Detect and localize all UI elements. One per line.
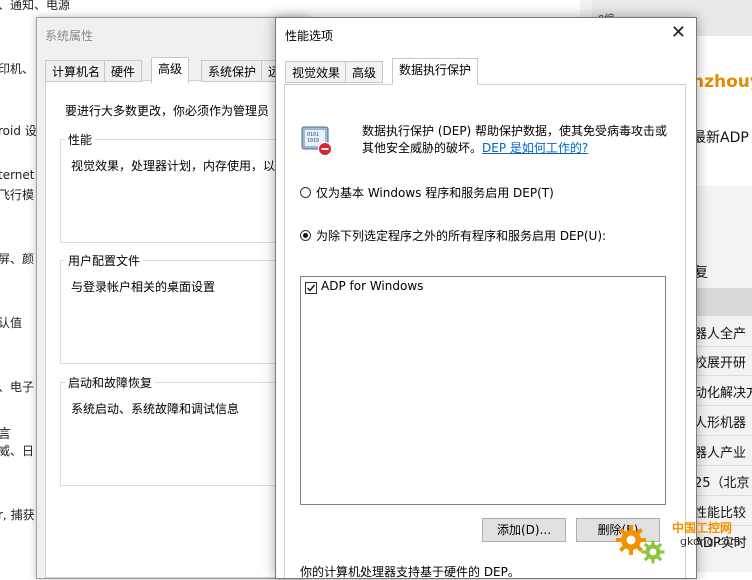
performance-desc: 视觉效果，处理器计划，内存使用，以: [71, 159, 276, 173]
startup-recovery-group-label: 启动和故障恢复: [65, 374, 156, 391]
bg-text-fragment: 认值: [0, 316, 23, 330]
bg-news-separator: [690, 495, 752, 496]
bg-news-separator: [690, 375, 752, 376]
tab-data-execution-prevention[interactable]: 数据执行保护: [392, 58, 479, 85]
bg-text-fragment: 屏、颜: [0, 252, 35, 266]
bg-news-item[interactable]: 人形机器: [694, 412, 746, 431]
tab-advanced[interactable]: 高级: [345, 61, 384, 83]
bg-news-separator: [690, 465, 752, 466]
program-label[interactable]: ADP for Windows: [321, 279, 423, 293]
startup-recovery-group: [60, 382, 310, 486]
bg-news-item[interactable]: 器人产业: [694, 442, 746, 461]
bg-text-fragment: 、通知、电源: [0, 0, 71, 12]
dep-shield-icon: 0101 1010: [298, 122, 334, 161]
dep-description-line1: 数据执行保护 (DEP) 帮助保护数据，使其免受病毒攻击或: [362, 124, 668, 138]
bg-gray-band: [690, 288, 752, 316]
tab-visual-effects[interactable]: 视觉效果: [285, 61, 348, 83]
user-profiles-group: [60, 260, 310, 364]
tab-system-protection[interactable]: 系统保护: [201, 60, 264, 82]
performance-group-label: 性能: [65, 131, 96, 148]
dialog-title: 性能选项: [285, 29, 334, 43]
admin-note: 要进行大多数更改，你必须作为管理员: [65, 104, 270, 118]
svg-text:1010: 1010: [307, 138, 319, 144]
dep-option-essential-label[interactable]: 仅为基本 Windows 程序和服务启用 DEP(T): [316, 184, 554, 201]
bg-news-item[interactable]: 25（北京: [694, 472, 750, 491]
user-profiles-group-label: 用户配置文件: [65, 252, 144, 269]
tab-computer-name[interactable]: 计算机名: [45, 60, 108, 82]
tab-advanced[interactable]: 高级: [151, 57, 190, 83]
bg-news-item[interactable]: 器人全产: [694, 323, 746, 342]
add-program-button[interactable]: 添加(D)...: [482, 518, 566, 542]
bg-news-separator: [690, 435, 752, 436]
bg-brand-text: nzhouy: [692, 72, 752, 92]
bg-adp-text: 最新ADP: [692, 130, 749, 146]
bg-news-separator: [690, 346, 752, 347]
bg-text-fragment: ternet: [0, 168, 35, 182]
startup-recovery-desc: 系统启动、系统故障和调试信息: [71, 402, 240, 416]
tab-hardware[interactable]: 硬件: [104, 60, 143, 82]
bg-text-fragment: 飞行模: [0, 188, 35, 202]
bg-text-fragment: 印机、: [0, 62, 35, 76]
watermark-title: 中国工控网: [672, 521, 733, 535]
program-checkbox[interactable]: [305, 282, 317, 294]
exception-program-list[interactable]: ADP for Windows: [300, 276, 666, 505]
bg-news-item[interactable]: 动化解决方: [694, 382, 752, 401]
bg-text-fragment: 、电子: [0, 380, 35, 394]
watermark-domain: gkong.com: [680, 535, 741, 548]
user-profiles-desc: 与登录帐户相关的桌面设置: [71, 280, 216, 294]
dep-option-essential-radio[interactable]: [300, 187, 311, 198]
dep-option-all-except-label[interactable]: 为除下列选定程序之外的所有程序和服务启用 DEP(U):: [316, 227, 606, 244]
performance-group: [60, 139, 310, 243]
performance-options-dialog: 性能选项 ✕ 视觉效果 高级 数据执行保护 0101 1010 数据执行保护 (…: [275, 17, 697, 579]
close-icon[interactable]: ✕: [671, 22, 686, 43]
dep-option-all-except-radio[interactable]: [300, 230, 311, 241]
bg-text-fragment: roid 设: [0, 124, 37, 138]
bg-text-fragment: 威、日: [0, 444, 35, 458]
bg-news-item[interactable]: 校展开研: [694, 352, 746, 371]
window-title: 系统属性: [45, 29, 94, 43]
dep-description-line2: 其他安全威胁的破坏。: [362, 141, 483, 155]
bg-text-fragment: 言: [0, 427, 12, 442]
bg-news-separator: [690, 405, 752, 406]
dep-help-link[interactable]: DEP 是如何工作的?: [482, 139, 588, 156]
system-properties-window: 系统属性 计算机名 硬件 高级 系统保护 远 要进行大多数更改，你必须作为管理员…: [36, 17, 310, 579]
bg-text-fragment: r, 捕获: [0, 508, 35, 522]
gear-icon: [640, 539, 666, 568]
gkong-watermark: 中国工控网 gkong.com: [612, 515, 752, 572]
